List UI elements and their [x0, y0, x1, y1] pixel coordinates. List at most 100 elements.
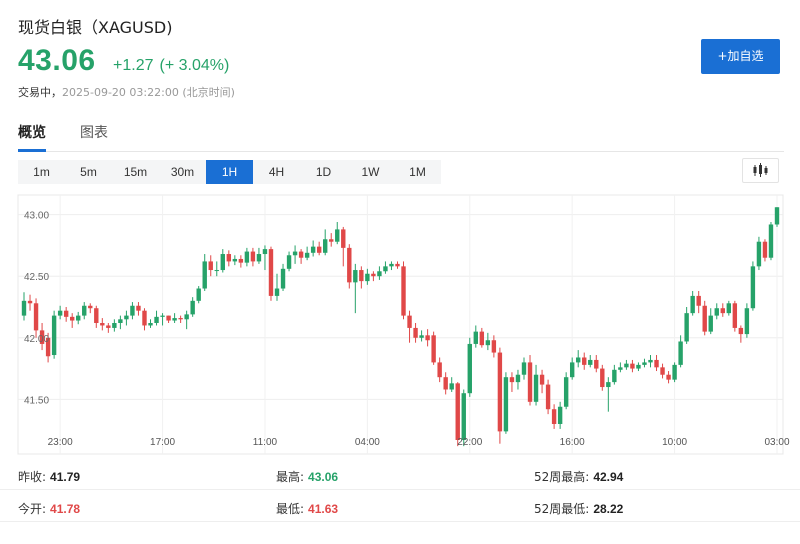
candle-body	[250, 251, 256, 262]
candle	[106, 323, 111, 333]
candle-body	[196, 288, 201, 301]
candle	[588, 355, 593, 368]
candle-body	[485, 340, 491, 346]
candle	[419, 330, 424, 342]
candle	[136, 302, 141, 316]
candle	[172, 313, 177, 323]
candle	[359, 266, 364, 289]
candle	[190, 297, 195, 317]
candle	[63, 306, 69, 322]
candle	[630, 359, 635, 373]
candle	[401, 261, 406, 320]
candle-body	[666, 374, 671, 380]
candle-body	[292, 251, 298, 256]
candle	[563, 372, 569, 410]
candle-body	[178, 318, 183, 320]
candle-body	[57, 310, 63, 316]
candle	[148, 319, 153, 328]
candle-body	[612, 369, 617, 383]
candle-body	[660, 367, 665, 375]
x-tick-label: 23:00	[48, 437, 73, 448]
candle	[27, 294, 33, 311]
candle	[250, 247, 256, 267]
candle-body	[280, 268, 286, 289]
candle	[654, 355, 659, 372]
x-tick-label: 03:00	[764, 437, 789, 448]
candle-body	[383, 266, 388, 272]
stats-row-1: 昨收: 41.79 最高: 43.06 52周最高: 42.94	[0, 460, 800, 490]
candle	[389, 261, 394, 271]
candle	[33, 298, 39, 338]
candle-body	[142, 310, 147, 326]
candle	[708, 308, 713, 335]
candle	[551, 404, 557, 429]
candle-body	[202, 261, 207, 289]
candle	[600, 364, 605, 391]
candlestick-chart[interactable]: 43.00 42.50 42.00 41.50 23:00 17:00 11:00 04:00…	[0, 0, 800, 460]
candle-body	[521, 362, 527, 375]
candle	[82, 302, 87, 320]
candle-body	[696, 295, 701, 306]
candle-body	[738, 327, 744, 335]
candle-body	[94, 308, 99, 323]
candle	[395, 261, 400, 269]
candle-body	[437, 362, 442, 378]
candle-body	[636, 364, 641, 369]
stat-label: 最低:	[276, 502, 305, 516]
candle-body	[443, 377, 448, 390]
candle	[335, 222, 340, 245]
candle	[672, 362, 677, 383]
candle-body	[310, 246, 316, 253]
candle	[768, 222, 774, 261]
candle-body	[768, 224, 774, 258]
candle	[286, 251, 292, 272]
candle	[762, 239, 768, 262]
candle-body	[220, 254, 225, 271]
x-tick-label: 11:00	[253, 437, 278, 448]
candle-body	[642, 362, 647, 365]
candle	[226, 250, 232, 267]
candle	[449, 377, 454, 392]
candle	[666, 371, 671, 384]
stat-label: 52周最高:	[534, 470, 590, 484]
candle	[684, 306, 689, 344]
candle	[642, 358, 647, 368]
candle-body	[413, 327, 418, 338]
candle	[750, 261, 756, 311]
candle	[124, 310, 129, 326]
candle-body	[702, 305, 707, 332]
stat-prev-close: 昨收: 41.79	[18, 468, 80, 485]
candle-body	[76, 315, 81, 321]
x-tick-label: 10:00	[662, 437, 687, 448]
candle-body	[648, 359, 653, 363]
candle	[202, 254, 207, 291]
candle-body	[148, 323, 153, 326]
candle	[383, 261, 388, 274]
candle	[720, 303, 725, 317]
candle-body	[353, 270, 358, 283]
stat-value: 41.79	[50, 470, 81, 484]
candle	[51, 310, 57, 359]
candle	[184, 310, 189, 330]
candle-body	[756, 241, 762, 267]
candle-body	[600, 368, 605, 388]
candle-body	[184, 314, 189, 320]
candle-body	[304, 252, 310, 258]
candle	[353, 263, 358, 314]
candle-body	[395, 263, 400, 267]
candle-body	[401, 266, 406, 316]
candle-body	[533, 374, 539, 402]
candle	[738, 325, 744, 343]
candle-body	[190, 300, 195, 315]
candle-body	[449, 383, 454, 390]
candle	[539, 369, 545, 394]
candle-body	[112, 323, 117, 328]
candle	[533, 364, 539, 406]
candle-body	[172, 318, 177, 321]
candle-body	[630, 363, 635, 369]
candle-body	[503, 377, 509, 432]
candle	[648, 355, 653, 368]
candle-body	[232, 258, 238, 262]
candle-body	[208, 261, 213, 271]
candle-body	[545, 384, 551, 410]
